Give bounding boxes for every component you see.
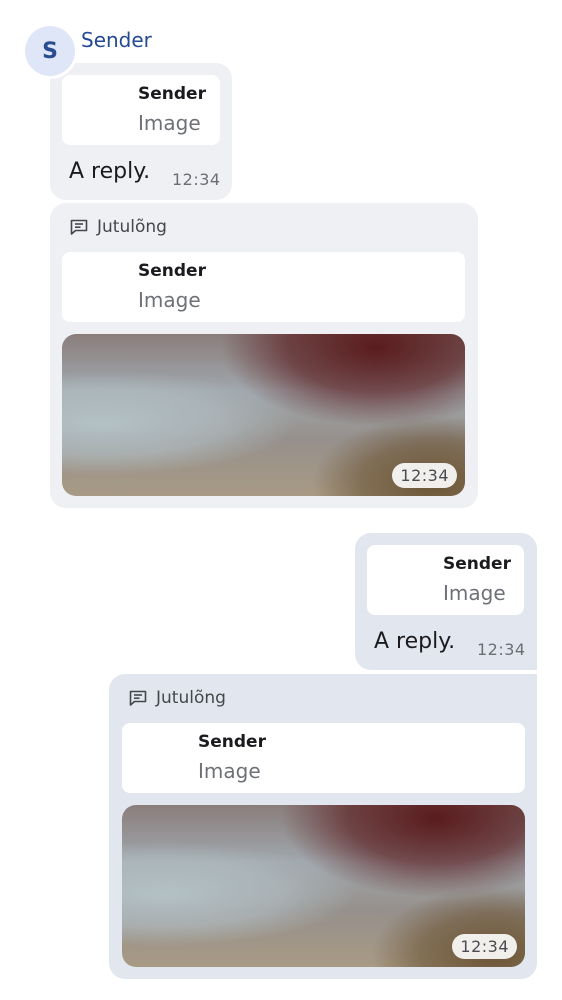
thread-label: Jutulõng [156, 688, 226, 708]
thread-indicator[interactable]: Jutulõng [69, 217, 167, 237]
quote-sender: Sender [443, 554, 511, 574]
message-bubble[interactable]: Jutulõng Sender Image 12:34 [50, 203, 478, 508]
quote-sender: Sender [198, 732, 266, 752]
reply-quote[interactable]: Sender Image [122, 723, 525, 793]
quote-sender: Sender [138, 84, 206, 104]
message-text: A reply. [374, 629, 456, 654]
message-text: A reply. [69, 159, 151, 184]
message-time: 12:34 [172, 170, 221, 189]
message-bubble[interactable]: Jutulõng Sender Image 12:34 [109, 674, 537, 979]
quote-sender: Sender [138, 261, 206, 281]
thread-label: Jutulõng [97, 217, 167, 237]
image-attachment[interactable]: 12:34 [122, 805, 525, 967]
message-time: 12:34 [477, 640, 526, 659]
reply-quote[interactable]: Sender Image [367, 545, 524, 615]
thread-icon [69, 217, 89, 237]
sender-name[interactable]: Sender [81, 28, 152, 52]
message-time: 12:34 [392, 463, 457, 488]
thread-icon [128, 688, 148, 708]
message-bubble[interactable]: Sender Image A reply. 12:34 [50, 63, 232, 200]
avatar[interactable]: S [25, 26, 75, 76]
reply-quote[interactable]: Sender Image [62, 252, 465, 322]
quote-type: Image [138, 111, 201, 135]
thread-indicator[interactable]: Jutulõng [128, 688, 226, 708]
image-attachment[interactable]: 12:34 [62, 334, 465, 496]
quote-type: Image [198, 759, 261, 783]
quote-type: Image [138, 288, 201, 312]
message-time: 12:34 [452, 934, 517, 959]
quote-type: Image [443, 581, 506, 605]
reply-quote[interactable]: Sender Image [62, 75, 220, 145]
message-bubble[interactable]: Sender Image A reply. 12:34 [355, 533, 537, 670]
